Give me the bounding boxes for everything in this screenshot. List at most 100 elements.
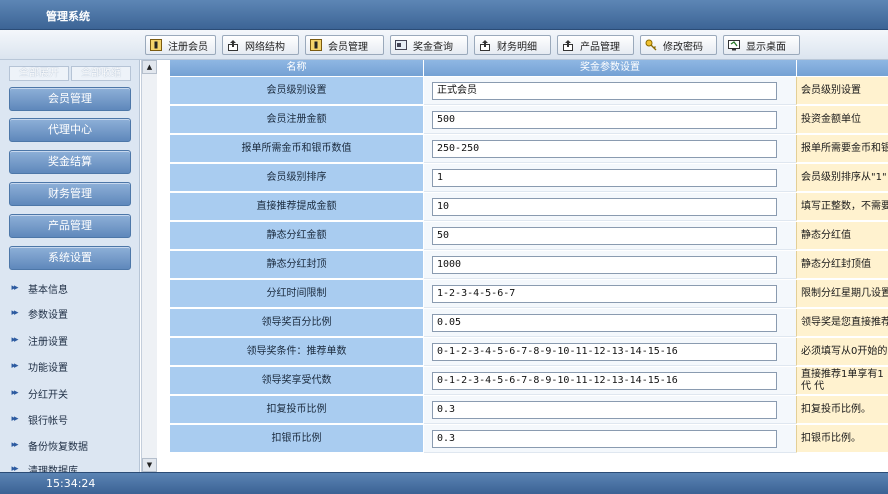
member-management-button[interactable]: 会员管理 (305, 35, 384, 55)
row-label: 直接推荐提成金额 (170, 193, 423, 221)
app-title: 管理系统 (46, 10, 90, 23)
value-input[interactable]: 0.3 (432, 401, 777, 419)
row-description: 填写正整数，不需要 (796, 193, 888, 221)
sidebar: 全部展开 全部收缩 会员管理 代理中心 奖金结算 财务管理 产品管理 系统设置 … (0, 60, 140, 472)
row-label: 扣复投币比例 (170, 396, 423, 424)
row-description: 投资金额单位 (796, 106, 888, 134)
sidebar-category-member[interactable]: 会员管理 (9, 87, 131, 111)
sidebar-item-functions[interactable]: ▸▸ 功能设置 (0, 355, 139, 377)
double-arrow-icon: ▸▸ (11, 440, 18, 450)
member-card-icon (150, 39, 162, 51)
double-arrow-icon: ▸▸ (11, 283, 18, 293)
sidebar-item-parameters[interactable]: ▸▸ 参数设置 (0, 302, 139, 324)
double-arrow-icon: ▸▸ (11, 464, 18, 472)
header-settings: 奖金参数设置 (424, 60, 796, 76)
product-management-button[interactable]: 产品管理 (557, 35, 634, 55)
row-label: 领导奖享受代数 (170, 367, 423, 395)
value-input[interactable]: 正式会员 (432, 82, 777, 100)
sidebar-category-product[interactable]: 产品管理 (9, 214, 131, 238)
table-row: 会员级别排序 1 会员级别排序从"1" (170, 164, 888, 193)
value-input[interactable]: 0.3 (432, 430, 777, 448)
value-input[interactable]: 0-1-2-3-4-5-6-7-8-9-10-11-12-13-14-15-16 (432, 343, 777, 361)
collapse-all-button[interactable]: 全部收缩 (71, 66, 131, 81)
title-bar: 管理系统 (0, 0, 888, 30)
table-row: 分红时间限制 1-2-3-4-5-6-7 限制分红星期几设置 (170, 280, 888, 309)
sidebar-item-bank-account[interactable]: ▸▸ 银行帐号 (0, 408, 139, 430)
header-name: 名称 (170, 60, 423, 76)
network-upload-icon (227, 39, 239, 51)
table-row: 会员级别设置 正式会员 会员级别设置 (170, 77, 888, 106)
value-input[interactable]: 10 (432, 198, 777, 216)
row-description: 会员级别设置 (796, 77, 888, 105)
value-input[interactable]: 1-2-3-4-5-6-7 (432, 285, 777, 303)
row-description: 直接推荐1单享有1代 代 (796, 367, 888, 395)
sidebar-category-agent[interactable]: 代理中心 (9, 118, 131, 142)
row-description: 会员级别排序从"1" (796, 164, 888, 192)
bonus-query-button[interactable]: 奖金查询 (390, 35, 468, 55)
row-label: 会员注册金额 (170, 106, 423, 134)
sidebar-scrollbar[interactable]: ▲ ▼ (141, 60, 157, 472)
sidebar-item-dividend-switch[interactable]: ▸▸ 分红开关 (0, 382, 139, 404)
table-row: 领导奖百分比例 0.05 领导奖是您直接推荐 (170, 309, 888, 338)
table-row: 扣复投币比例 0.3 扣复投币比例。 (170, 396, 888, 425)
sidebar-category-system[interactable]: 系统设置 (9, 246, 131, 270)
finance-upload-icon (479, 39, 491, 51)
desktop-icon (728, 39, 740, 51)
status-bar: 15:34:24 (0, 472, 888, 494)
row-label: 领导奖百分比例 (170, 309, 423, 337)
table-row: 领导奖享受代数 0-1-2-3-4-5-6-7-8-9-10-11-12-13-… (170, 367, 888, 396)
table-row: 领导奖条件：推荐单数 0-1-2-3-4-5-6-7-8-9-10-11-12-… (170, 338, 888, 367)
scroll-up-icon[interactable]: ▲ (142, 60, 157, 74)
status-clock: 15:34:24 (46, 477, 96, 490)
row-description: 领导奖是您直接推荐 (796, 309, 888, 337)
sidebar-category-bonus[interactable]: 奖金结算 (9, 150, 131, 174)
row-description: 限制分红星期几设置 (796, 280, 888, 308)
row-description: 静态分红值 (796, 222, 888, 250)
row-description: 必须填写从0开始的 (796, 338, 888, 366)
value-input[interactable]: 0-1-2-3-4-5-6-7-8-9-10-11-12-13-14-15-16 (432, 372, 777, 390)
product-upload-icon (562, 39, 574, 51)
bonus-query-icon (395, 39, 407, 51)
sidebar-item-clean-database[interactable]: ▸▸ 清理数据库 (0, 458, 139, 472)
double-arrow-icon: ▸▸ (11, 361, 18, 371)
register-member-button[interactable]: 注册会员 (145, 35, 216, 55)
value-input[interactable]: 50 (432, 227, 777, 245)
value-input[interactable]: 1000 (432, 256, 777, 274)
expand-all-button[interactable]: 全部展开 (9, 66, 69, 81)
sidebar-category-finance[interactable]: 财务管理 (9, 182, 131, 206)
row-label: 扣银币比例 (170, 425, 423, 453)
row-label: 分红时间限制 (170, 280, 423, 308)
table-row: 直接推荐提成金额 10 填写正整数，不需要 (170, 193, 888, 222)
network-structure-button[interactable]: 网络结构 (222, 35, 299, 55)
row-label: 静态分红金额 (170, 222, 423, 250)
value-input[interactable]: 500 (432, 111, 777, 129)
row-label: 报单所需金币和银币数值 (170, 135, 423, 163)
table-row: 报单所需金币和银币数值 250-250 报单所需要金币和银 (170, 135, 888, 164)
row-label: 领导奖条件：推荐单数 (170, 338, 423, 366)
double-arrow-icon: ▸▸ (11, 335, 18, 345)
row-label: 会员级别设置 (170, 77, 423, 105)
row-label: 静态分红封顶 (170, 251, 423, 279)
double-arrow-icon: ▸▸ (11, 388, 18, 398)
row-description: 静态分红封顶值 (796, 251, 888, 279)
value-input[interactable]: 1 (432, 169, 777, 187)
table-row: 静态分红封顶 1000 静态分红封顶值 (170, 251, 888, 280)
double-arrow-icon: ▸▸ (11, 414, 18, 424)
row-label: 会员级别排序 (170, 164, 423, 192)
sidebar-item-registration[interactable]: ▸▸ 注册设置 (0, 329, 139, 351)
sidebar-item-basic-info[interactable]: ▸▸ 基本信息 (0, 277, 139, 299)
sidebar-item-backup-restore[interactable]: ▸▸ 备份恢复数据 (0, 434, 139, 456)
value-input[interactable]: 250-250 (432, 140, 777, 158)
scroll-down-icon[interactable]: ▼ (142, 458, 157, 472)
settings-table: 名称 奖金参数设置 会员级别设置 正式会员 会员级别设置 会员注册金额 500 … (170, 60, 888, 472)
key-icon (645, 39, 657, 51)
row-description: 扣银币比例。 (796, 425, 888, 453)
show-desktop-button[interactable]: 显示桌面 (723, 35, 800, 55)
table-row: 扣银币比例 0.3 扣银币比例。 (170, 425, 888, 454)
table-row: 会员注册金额 500 投资金额单位 (170, 106, 888, 135)
value-input[interactable]: 0.05 (432, 314, 777, 332)
double-arrow-icon: ▸▸ (11, 308, 18, 318)
header-description (797, 60, 888, 76)
change-password-button[interactable]: 修改密码 (640, 35, 717, 55)
finance-detail-button[interactable]: 财务明细 (474, 35, 551, 55)
